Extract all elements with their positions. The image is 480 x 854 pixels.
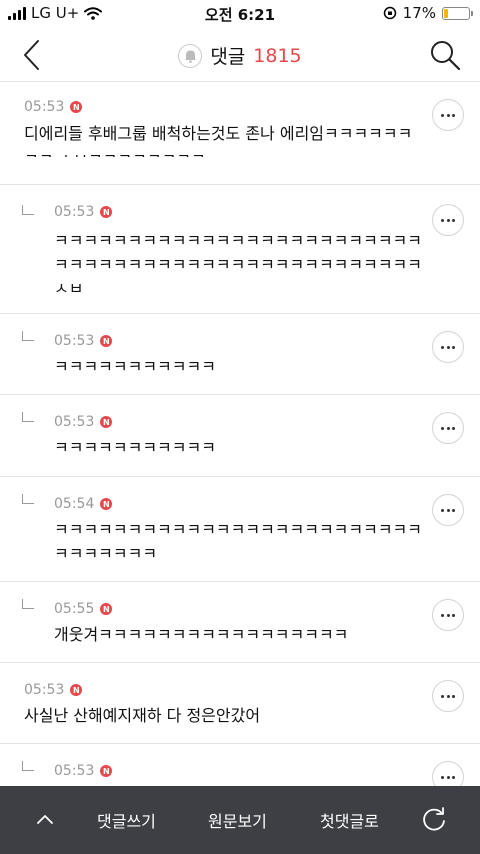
orientation-lock-icon bbox=[383, 6, 396, 20]
comment-time: 05:53 bbox=[24, 682, 65, 698]
reply-indicator-icon bbox=[22, 412, 34, 422]
comment-text: 개웃겨ㅋㅋㅋㅋㅋㅋㅋㅋㅋㅋㅋㅋㅋㅋㅋㅋㅋ bbox=[54, 625, 349, 644]
more-options-button[interactable] bbox=[432, 412, 464, 444]
comment-item: 05:53 N 사실난 산해예지재하 다 정은안갔어 bbox=[0, 663, 480, 744]
more-options-button[interactable] bbox=[432, 331, 464, 363]
refresh-button[interactable] bbox=[420, 805, 448, 835]
comment-text: 디에리들 후배그룹 배척하는것도 존나 에리임ㅋㅋㅋㅋㅋㅋㅋㅋ ㅅㅂㅋㅋㅋㅋㅋㅋ… bbox=[24, 124, 413, 157]
comment-text: ㅋㅋㅋㅋㅋㅋㅋㅋㅋㅋㅋㅋㅋㅋㅋㅋㅋㅋㅋㅋㅋㅋㅋㅋㅋㅋㅋㅋㅋㅋㅋㅋㅋㅋㅋㅋㅋㅋㅋㅋ… bbox=[54, 231, 423, 298]
reply-indicator-icon bbox=[22, 599, 34, 609]
comment-time: 05:53 bbox=[54, 333, 95, 349]
comment-list: 05:53 N 디에리들 후배그룹 배척하는것도 존나 에리임ㅋㅋㅋㅋㅋㅋㅋㅋ ㅅ… bbox=[0, 83, 480, 804]
battery-level bbox=[444, 8, 448, 18]
more-options-button[interactable] bbox=[432, 494, 464, 526]
chevron-up-icon bbox=[37, 815, 53, 824]
write-comment-button[interactable]: 댓글쓰기 bbox=[97, 808, 156, 832]
bottom-toolbar: 댓글쓰기 원문보기 첫댓글로 bbox=[0, 786, 480, 854]
comment-time: 05:53 bbox=[24, 99, 65, 115]
new-badge: N bbox=[100, 498, 113, 510]
status-bar: LG U+ 오전 6:21 17% bbox=[0, 0, 480, 28]
new-badge: N bbox=[100, 335, 113, 347]
view-original-button[interactable]: 원문보기 bbox=[208, 808, 267, 832]
page-title: 댓글 1815 bbox=[0, 42, 480, 69]
more-options-button[interactable] bbox=[432, 99, 464, 131]
new-badge: N bbox=[70, 684, 83, 696]
reply-indicator-icon bbox=[22, 331, 34, 341]
comment-text: ㅋㅋㅋㅋㅋㅋㅋㅋㅋㅋㅋ bbox=[54, 438, 216, 457]
comment-item: 05:53 N ㅋㅋㅋㅋㅋㅋㅋㅋㅋㅋㅋ bbox=[0, 314, 480, 395]
search-button[interactable] bbox=[428, 38, 462, 72]
bell-icon[interactable] bbox=[178, 43, 203, 68]
comment-time: 05:53 bbox=[54, 414, 95, 430]
new-badge: N bbox=[100, 206, 113, 218]
comment-time: 05:53 bbox=[54, 204, 95, 220]
title-label: 댓글 bbox=[210, 46, 246, 68]
refresh-icon bbox=[423, 807, 445, 831]
battery-percent: 17% bbox=[402, 4, 436, 22]
comments-header: 댓글 1815 bbox=[0, 28, 480, 82]
more-options-button[interactable] bbox=[432, 599, 464, 631]
comment-time: 05:53 bbox=[54, 763, 95, 779]
comment-item: 05:53 N ㅋㅋㅋㅋㅋㅋㅋㅋㅋㅋㅋㅋㅋㅋㅋㅋㅋㅋㅋㅋㅋㅋㅋㅋㅋㅋㅋㅋㅋㅋㅋㅋㅋ… bbox=[0, 185, 480, 314]
scroll-top-button[interactable] bbox=[32, 808, 58, 832]
comment-time: 05:55 bbox=[54, 601, 95, 617]
new-badge: N bbox=[100, 765, 113, 777]
comment-item: 05:54 N ㅋㅋㅋㅋㅋㅋㅋㅋㅋㅋㅋㅋㅋㅋㅋㅋㅋㅋㅋㅋㅋㅋㅋㅋㅋㅋㅋㅋㅋㅋㅋㅋ bbox=[0, 477, 480, 582]
comment-text: ㅋㅋㅋㅋㅋㅋㅋㅋㅋㅋㅋㅋㅋㅋㅋㅋㅋㅋㅋㅋㅋㅋㅋㅋㅋㅋㅋㅋㅋㅋㅋㅋ bbox=[54, 520, 423, 563]
new-badge: N bbox=[100, 416, 113, 428]
comment-time: 05:54 bbox=[54, 496, 95, 512]
comment-item: 05:55 N 개웃겨ㅋㅋㅋㅋㅋㅋㅋㅋㅋㅋㅋㅋㅋㅋㅋㅋㅋ bbox=[0, 582, 480, 663]
battery-icon bbox=[442, 6, 473, 20]
more-options-button[interactable] bbox=[432, 204, 464, 236]
comment-item: 05:53 N ㅋㅋㅋㅋㅋㅋㅋㅋㅋㅋㅋ bbox=[0, 395, 480, 477]
comment-item: 05:53 N 디에리들 후배그룹 배척하는것도 존나 에리임ㅋㅋㅋㅋㅋㅋㅋㅋ ㅅ… bbox=[0, 83, 480, 185]
new-badge: N bbox=[100, 603, 113, 615]
reply-indicator-icon bbox=[22, 494, 34, 504]
more-options-button[interactable] bbox=[432, 680, 464, 712]
comment-text: ㅋㅋㅋㅋㅋㅋㅋㅋㅋㅋㅋ bbox=[54, 357, 216, 376]
new-badge: N bbox=[70, 101, 83, 113]
first-comment-button[interactable]: 첫댓글로 bbox=[320, 808, 379, 832]
reply-indicator-icon bbox=[22, 761, 34, 771]
reply-indicator-icon bbox=[22, 205, 34, 215]
comment-text: 사실난 산해예지재하 다 정은안갔어 bbox=[24, 706, 261, 725]
search-icon bbox=[431, 41, 461, 71]
comment-count: 1815 bbox=[253, 44, 302, 67]
